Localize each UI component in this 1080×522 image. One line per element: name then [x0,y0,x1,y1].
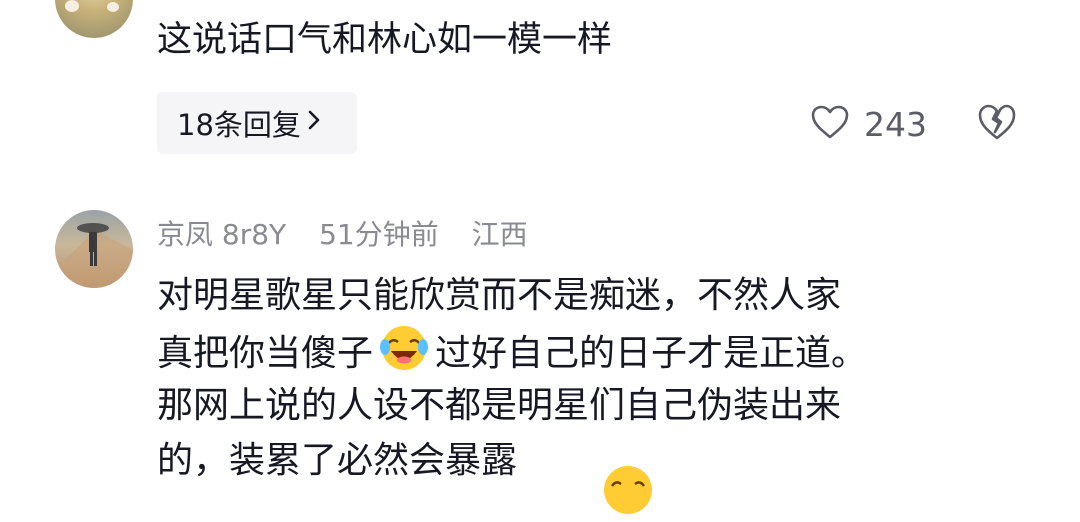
comment-fragment: 真把你当傻子 [157,333,374,374]
dislike-button[interactable] [976,102,1018,144]
comment-text: 这说话口气和林心如一模一样 [157,20,613,60]
comment-meta: 京凤 8r8Y 51分钟前 江西 [157,213,552,253]
view-replies-button[interactable]: 18条回复 [157,92,357,154]
like-count: 243 [864,104,927,144]
reply-count-label: 18条回复 [177,108,301,142]
timestamp: 51分钟前 [319,218,439,251]
comment-line: 的，装累了必然会暴露 [157,440,518,481]
commenter-avatar[interactable] [55,0,133,38]
comment-fragment: 过好自己的日子才是正道。 [435,333,868,374]
broken-heart-icon [976,104,1018,146]
comment-line: 对明星歌星只能欣赏而不是痴迷，不然人家 [157,275,842,316]
laughing-crying-emoji-icon [600,462,656,518]
comment-text: 对明星歌星只能欣赏而不是痴迷，不然人家 真把你当傻子 过好自己的日子才是正道。 … [157,268,1037,488]
comment-line: 真把你当傻子 过好自己的日子才是正道。 [157,323,1037,378]
username[interactable]: 京凤 8r8Y [157,218,286,251]
chevron-right-icon [307,109,321,137]
commenter-avatar[interactable] [55,210,133,288]
like-button[interactable]: 243 [810,98,927,150]
heart-outline-icon [810,104,850,144]
laughing-crying-emoji-icon [379,323,429,373]
comment-line: 那网上说的人设不都是明星们自己伪装出来 [157,385,842,426]
location: 江西 [471,218,528,251]
